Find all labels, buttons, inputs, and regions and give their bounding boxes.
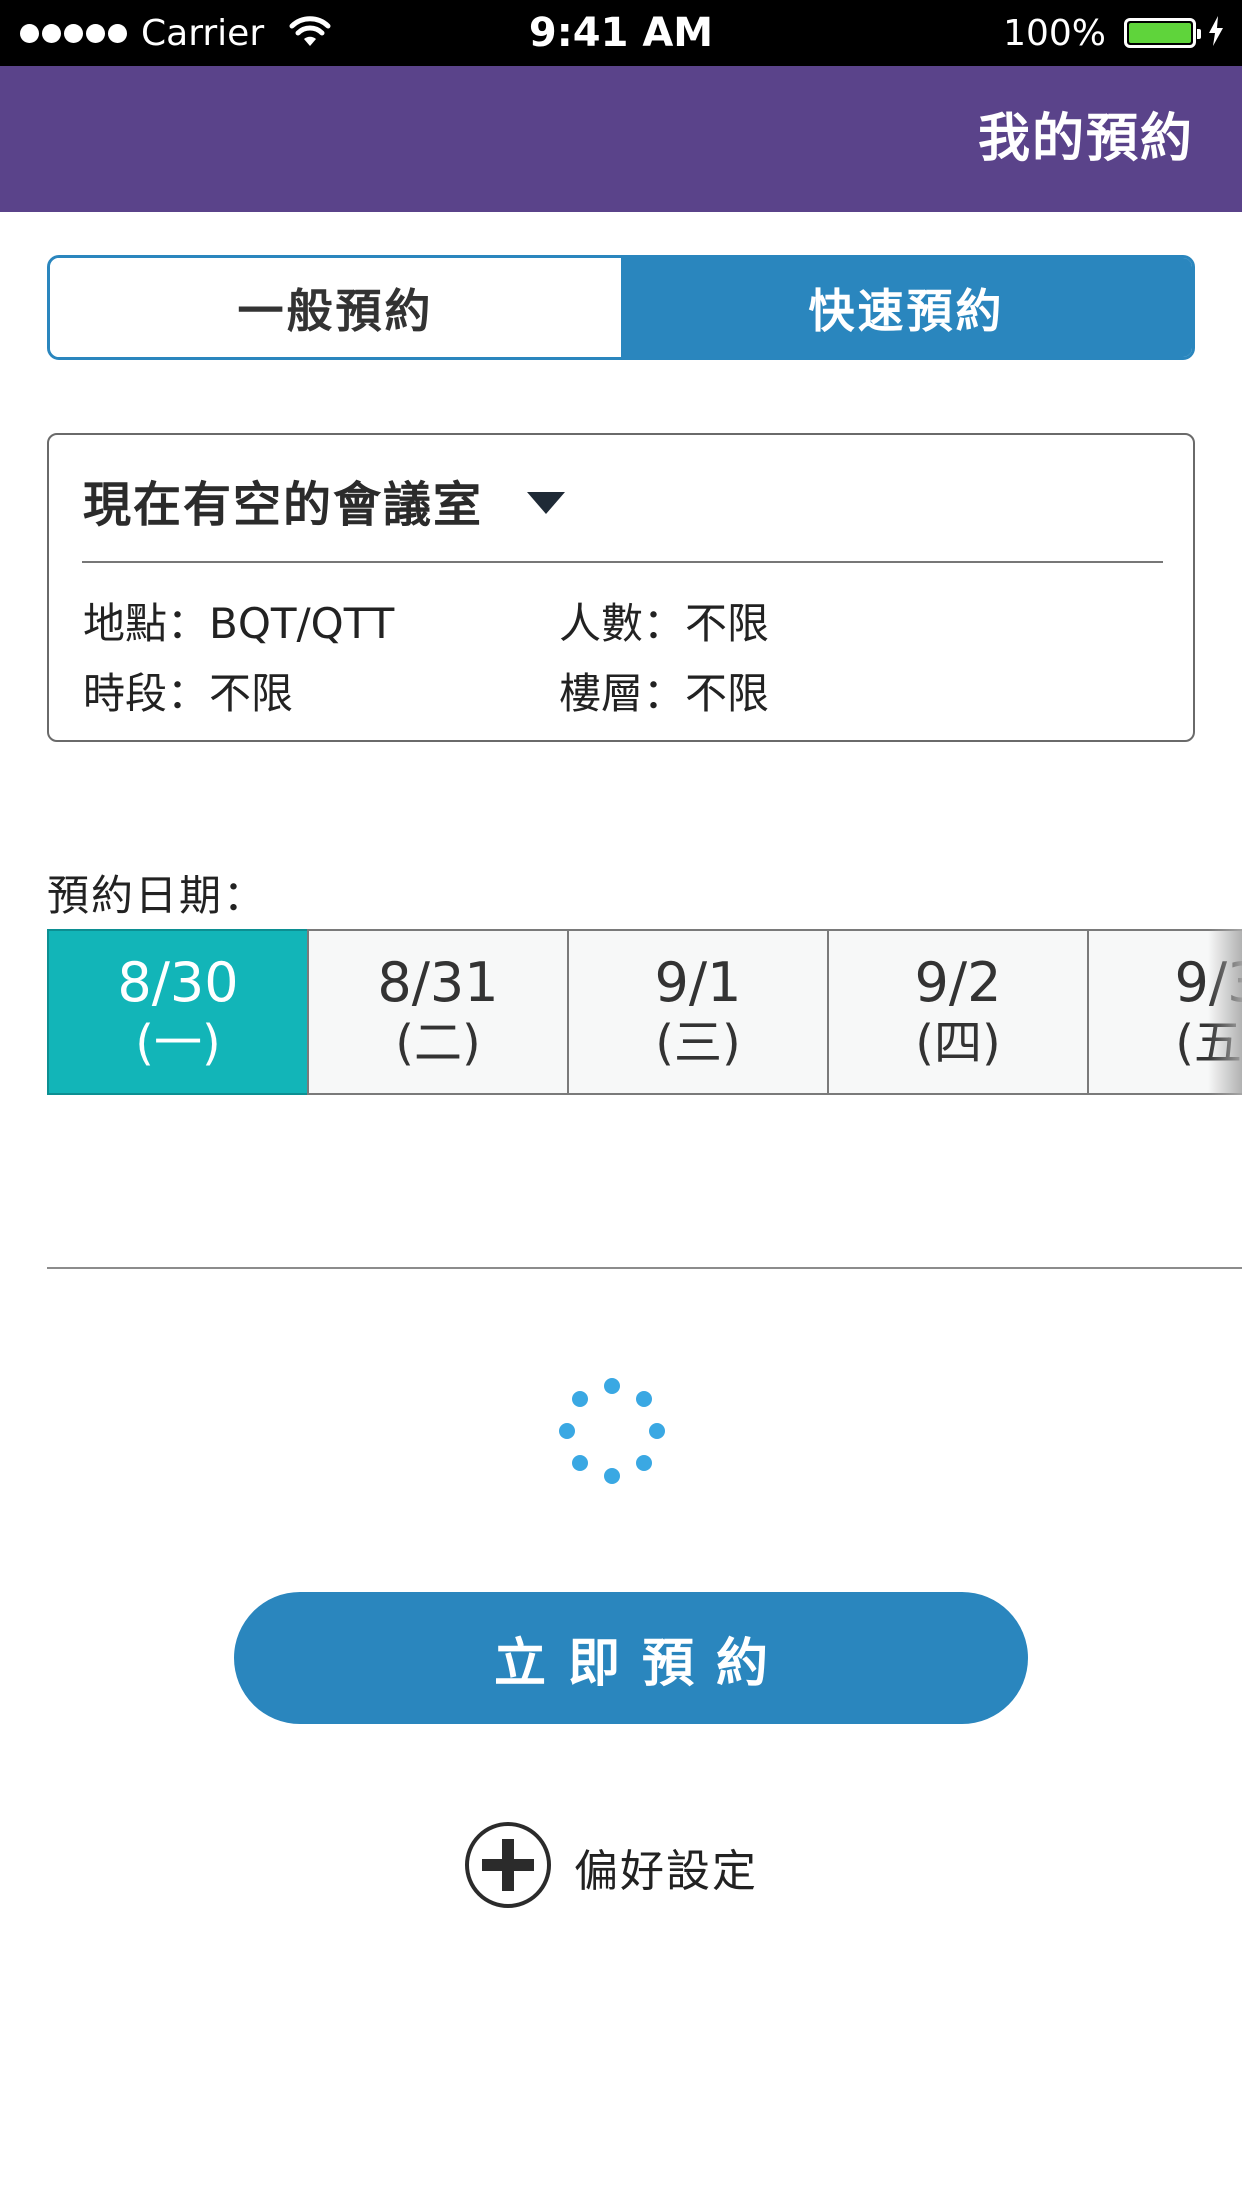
book-now-button[interactable]: 立即預約 [234,1592,1028,1724]
date-weekday: (一) [135,1015,221,1071]
tab-normal-booking[interactable]: 一般預約 [50,258,621,357]
charging-bolt-icon [1208,16,1224,50]
caret-down-icon [527,472,566,528]
date-value: 8/31 [377,951,499,1014]
booking-mode-segmented-control: 一般預約 快速預約 [47,255,1195,360]
status-bar: Carrier 9:41 AM 100% [0,0,1242,66]
filter-location: 地點：BQT/QTT [83,599,395,648]
date-weekday: (三) [655,1015,741,1071]
room-filter-title: 現在有空的會議室 [83,477,484,533]
loading-spinner-icon [556,1375,668,1487]
filter-floor: 樓層：不限 [559,669,770,718]
battery-fill [1129,23,1191,43]
date-cell-1[interactable]: 8/31 (二) [307,929,567,1095]
battery-icon [1124,18,1201,48]
scroll-fade [1208,929,1242,1095]
preferences-button[interactable]: 偏好設定 [464,1821,758,1913]
room-filter-dropdown[interactable]: 現在有空的會議室 [83,465,566,535]
date-cell-3[interactable]: 9/2 (四) [827,929,1087,1095]
booking-date-label: 預約日期： [47,871,268,920]
date-value: 8/30 [117,951,239,1014]
page-title: 我的預約 [977,109,1194,169]
add-circle-icon [464,1821,552,1913]
preferences-label: 偏好設定 [574,1846,758,1897]
date-picker-strip[interactable]: 8/30 (一) 8/31 (二) 9/1 (三) 9/2 (四) 9/3 (五… [47,929,1242,1095]
room-filter-card: 現在有空的會議室 地點：BQT/QTT 人數：不限 時段：不限 樓層：不限 [47,433,1195,742]
tab-quick-booking[interactable]: 快速預約 [621,258,1192,357]
date-weekday: (二) [395,1015,481,1071]
date-value: 9/2 [914,951,1002,1014]
section-divider [47,1267,1242,1269]
date-cell-0[interactable]: 8/30 (一) [47,929,307,1095]
filter-divider [82,561,1163,563]
date-weekday: (四) [915,1015,1001,1071]
status-right: 100% [1003,0,1224,66]
filter-period: 時段：不限 [83,669,294,718]
date-value: 9/1 [654,951,742,1014]
filter-people: 人數：不限 [559,599,770,648]
nav-bar: 我的預約 [0,66,1242,212]
battery-percent: 100% [1003,12,1106,54]
date-cell-2[interactable]: 9/1 (三) [567,929,827,1095]
